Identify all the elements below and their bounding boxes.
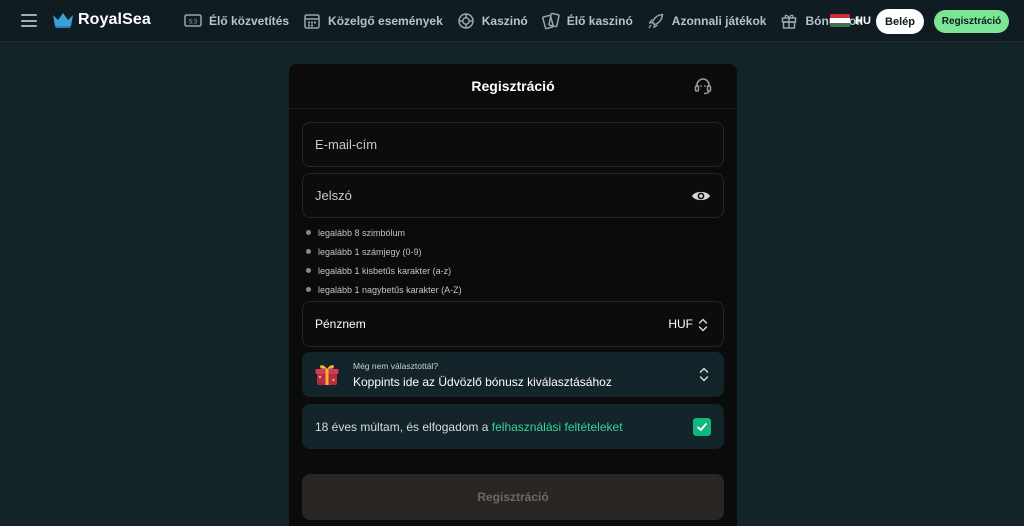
nav-label: Élő kaszinó (566, 14, 633, 28)
nav-item-upcoming-events[interactable]: Közelgő események (303, 12, 443, 30)
brand-name: RoyalSea (78, 11, 151, 28)
nav-label: Közelgő események (328, 14, 443, 28)
currency-value: HUF (668, 317, 693, 331)
terms-text: 18 éves múltam, és elfogadom a felhaszná… (315, 420, 623, 434)
nav-item-live-casino[interactable]: Élő kaszinó (541, 12, 633, 30)
nav-item-casino[interactable]: Kaszinó (457, 12, 528, 30)
nav-item-instant-games[interactable]: Azonnali játékok (647, 12, 767, 30)
login-button[interactable]: Belép (876, 9, 924, 34)
bullet (306, 287, 311, 292)
casino-chip-icon (458, 13, 474, 29)
terms-agreement: 18 éves múltam, és elfogadom a felhaszná… (302, 404, 724, 449)
currency-label: Pénznem (315, 317, 366, 331)
nav-label: Élő közvetítés (209, 14, 290, 28)
nav-label: Azonnali játékok (671, 14, 767, 28)
email-input[interactable] (315, 123, 675, 166)
registration-modal: Regisztráció legalább 8 szimbólum legalá… (289, 64, 737, 526)
bullet (306, 230, 311, 235)
email-field[interactable] (302, 122, 724, 167)
svg-text:5:3: 5:3 (189, 20, 198, 26)
password-input[interactable] (315, 174, 675, 217)
password-rule: legalább 1 nagybetűs karakter (A-Z) (306, 280, 462, 299)
password-rule: legalább 1 kisbetűs karakter (a-z) (306, 261, 462, 280)
modal-header: Regisztráció (289, 64, 737, 109)
password-rule: legalább 1 számjegy (0-9) (306, 242, 462, 261)
terms-link[interactable]: felhasználási feltételeket (492, 420, 623, 434)
top-navigation: RoyalSea 5:3 Élő közvetítés Közelgő esem… (0, 0, 1024, 42)
bonus-hint: Még nem választottál? (353, 361, 439, 371)
modal-title: Regisztráció (471, 78, 555, 94)
calendar-icon (304, 14, 320, 29)
hungary-flag-icon (830, 14, 850, 27)
terms-checkbox[interactable] (693, 418, 711, 436)
nav-item-live-stream[interactable]: 5:3 Élő közvetítés (184, 12, 289, 30)
submit-registration-button[interactable]: Regisztráció (302, 474, 724, 520)
bullet (306, 249, 311, 254)
brand-logo[interactable]: RoyalSea (52, 11, 151, 29)
language-code: HU (855, 14, 871, 27)
live-tv-icon: 5:3 (184, 14, 202, 27)
password-field[interactable] (302, 173, 724, 218)
support-headset-icon[interactable] (693, 76, 713, 96)
nav-label: Kaszinó (481, 14, 528, 28)
bullet (306, 268, 311, 273)
crown-icon (53, 13, 73, 28)
currency-select[interactable]: Pénznem HUF (302, 301, 724, 347)
chevron-up-down-icon[interactable] (697, 317, 709, 333)
password-rule: legalább 8 szimbólum (306, 223, 462, 242)
gift-box-icon (315, 365, 339, 385)
eye-icon[interactable] (691, 187, 711, 205)
main-nav: 5:3 Élő közvetítés Közelgő események Kas… (184, 0, 877, 42)
bonus-cta: Koppints ide az Üdvözlő bónusz kiválaszt… (353, 375, 612, 389)
chevron-up-down-icon (699, 367, 709, 382)
rocket-icon (648, 13, 664, 29)
welcome-bonus-selector[interactable]: Még nem választottál? Koppints ide az Üd… (302, 352, 724, 397)
password-rules: legalább 8 szimbólum legalább 1 számjegy… (306, 223, 462, 299)
hamburger-menu-icon[interactable] (21, 14, 37, 27)
register-button[interactable]: Regisztráció (934, 10, 1009, 33)
checkmark-icon (697, 423, 707, 431)
language-selector[interactable]: HU (830, 14, 871, 27)
cards-icon (541, 12, 560, 30)
gift-icon (782, 14, 797, 29)
